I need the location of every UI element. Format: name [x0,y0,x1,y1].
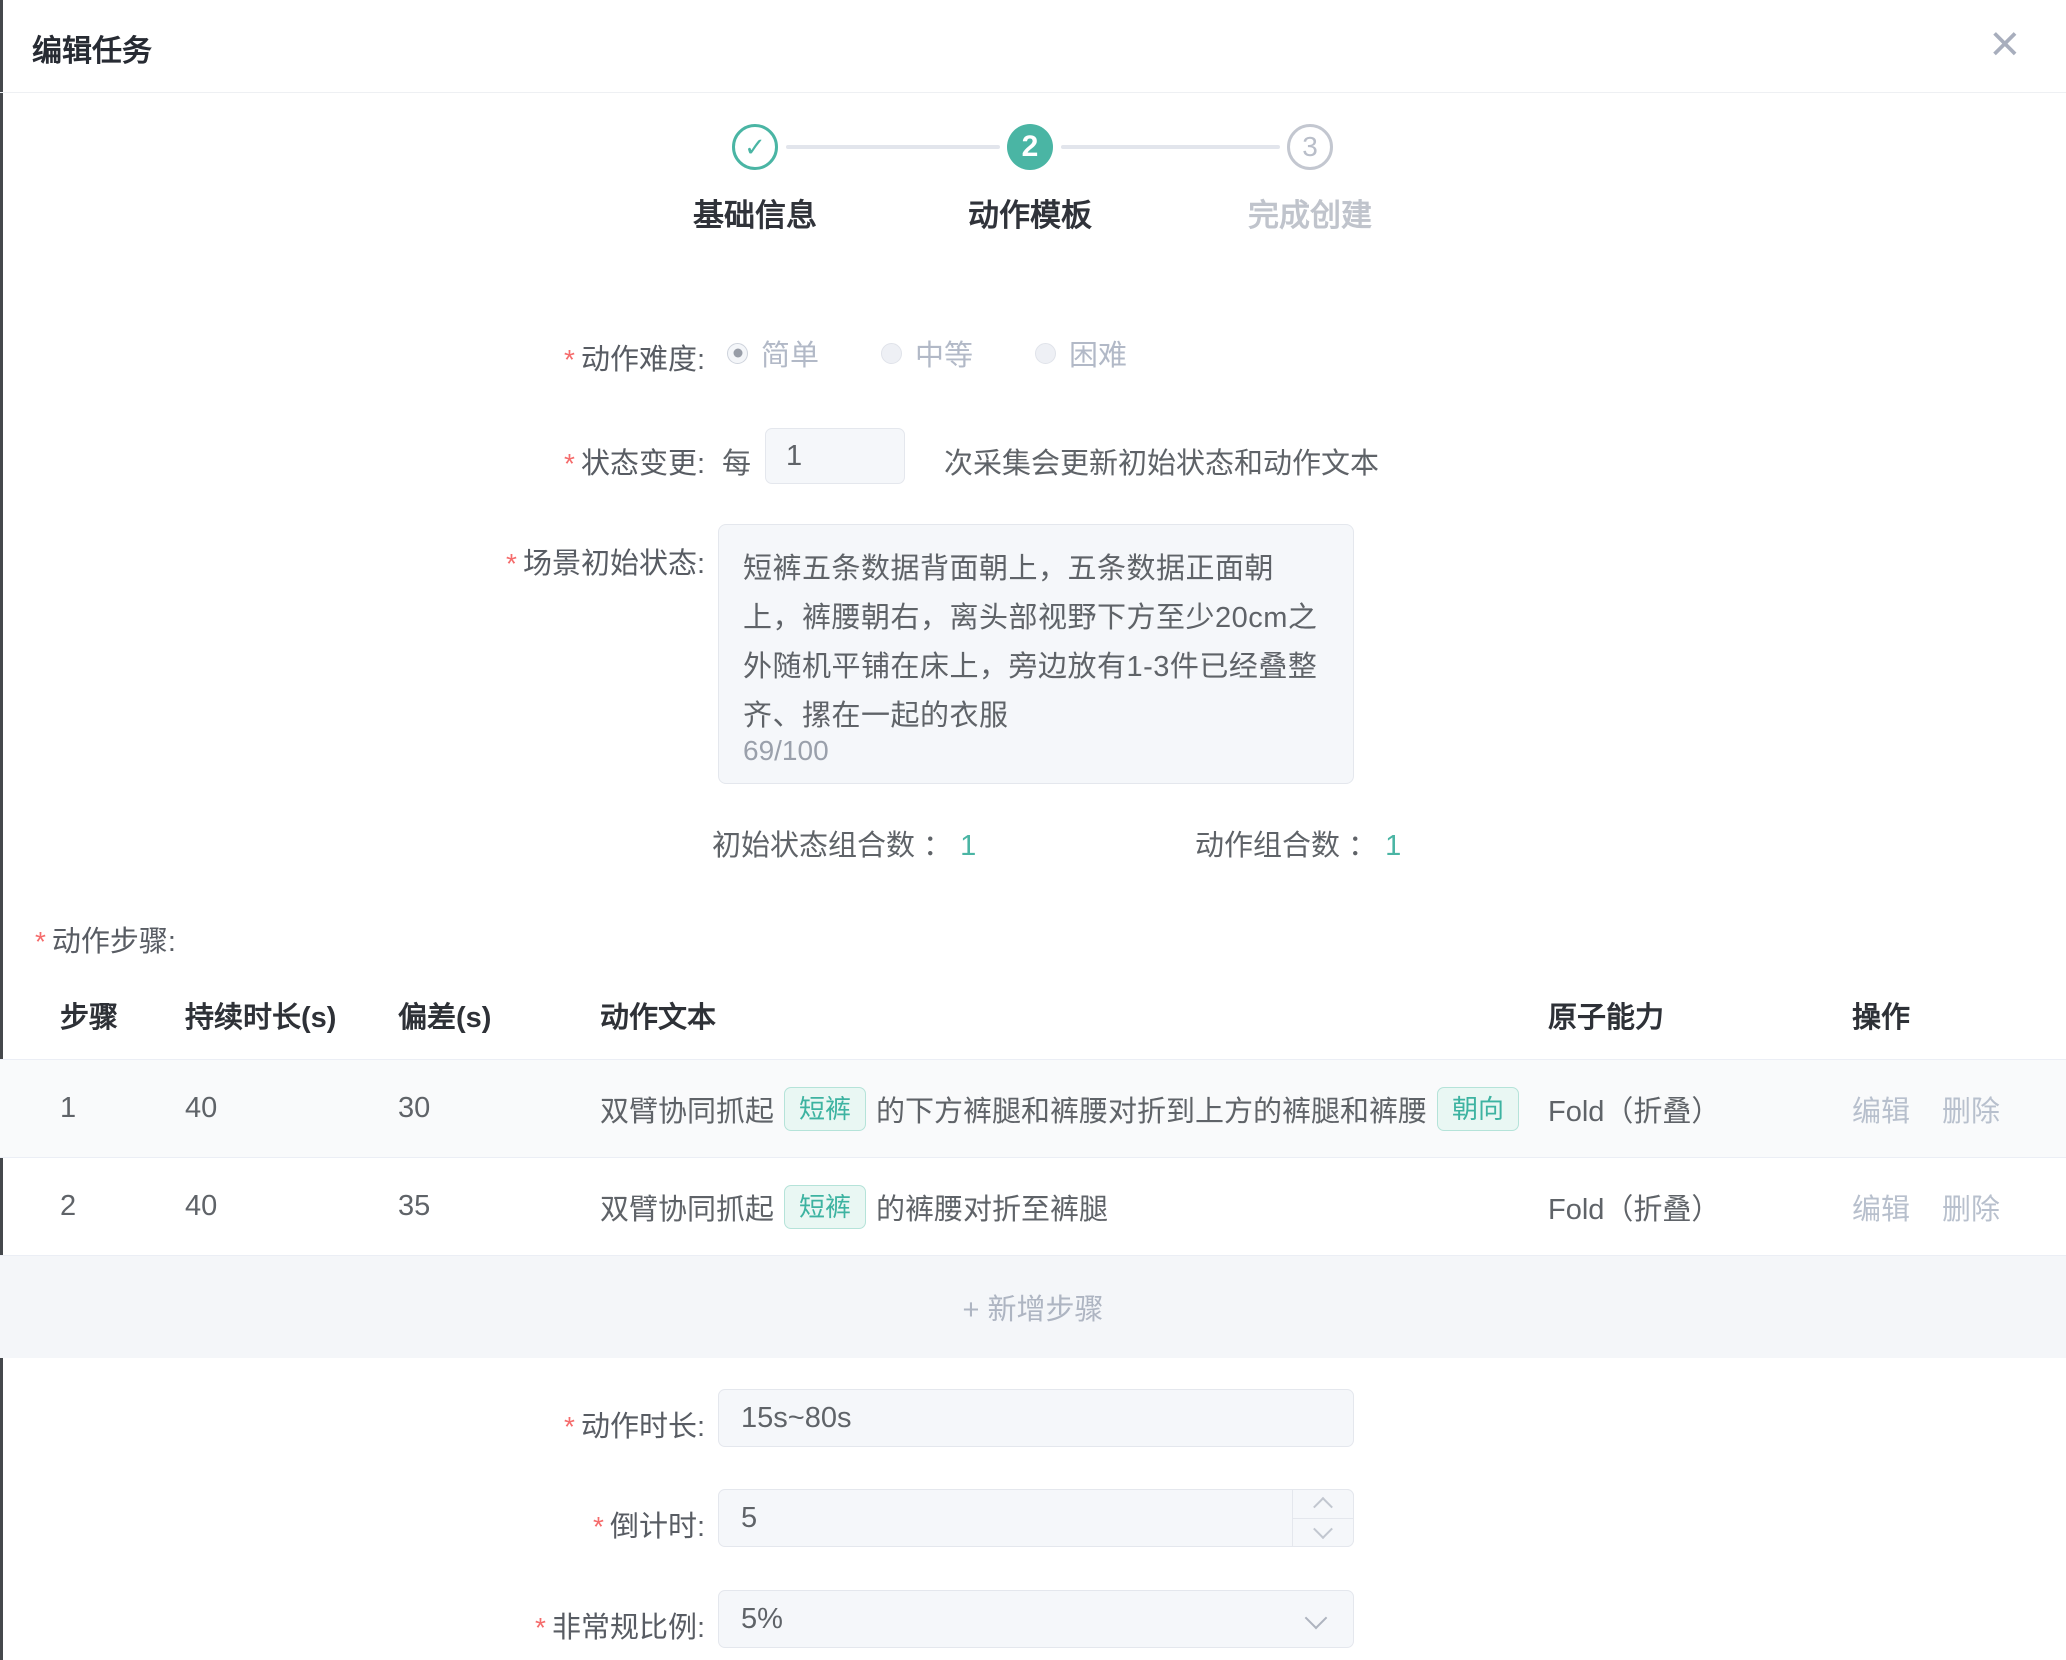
cell-step: 2 [60,1190,185,1223]
required-mark: * [35,926,46,957]
state-change-input[interactable] [765,428,905,484]
spinner-down-button[interactable] [1293,1518,1354,1548]
entity-tag: 短裤 [784,1185,866,1229]
cell-ability: Fold（折叠） [1548,1186,1852,1228]
step-label: 基础信息 [655,190,855,235]
required-mark: * [535,1612,546,1643]
required-mark: * [564,1411,575,1442]
chevron-up-icon [1313,1497,1333,1517]
combination-counts-row: 初始状态组合数 ：1 动作组合数 ：1 [0,822,2066,862]
cell-duration: 40 [185,1190,398,1223]
radio-hard[interactable]: 困难 [1035,332,1127,374]
table-header-row: 步骤 持续时长(s) 偏差(s) 动作文本 原子能力 操作 [0,970,2066,1060]
table-row: 1 40 30 双臂协同抓起短裤的下方裤腿和裤腰对折到上方的裤腿和裤腰朝向 Fo… [0,1060,2066,1158]
step-label: 动作模板 [930,190,1130,235]
difficulty-radio-group: 简单 中等 困难 [727,330,1189,376]
add-step-button[interactable]: + 新增步骤 [0,1256,2066,1358]
difficulty-label: *动作难度: [0,336,705,378]
unusual-ratio-label: *非常规比例: [0,1604,705,1646]
radio-selected-icon [727,343,748,364]
required-mark: * [564,344,575,375]
step-symbol: 2 [1022,130,1039,164]
state-change-suffix: 次采集会更新初始状态和动作文本 [944,440,1379,482]
step-number-icon: 2 [1007,124,1053,170]
difficulty-row: *动作难度: 简单 中等 困难 [0,330,2066,376]
step-symbol: 3 [1302,131,1318,163]
state-change-prefix: 每 [722,440,751,482]
cell-action-text: 双臂协同抓起短裤的裤腰对折至裤腿 [600,1185,1548,1229]
unusual-ratio-select[interactable] [718,1590,1354,1648]
step-finish-create: 3 完成创建 [1210,124,1410,235]
cell-action-text: 双臂协同抓起短裤的下方裤腿和裤腰对折到上方的裤腿和裤腰朝向 [600,1087,1548,1131]
scene-state-text: 短裤五条数据背面朝上，五条数据正面朝上，裤腰朝右，离头部视野下方至少20cm之外… [743,545,1329,741]
radio-label: 中等 [915,332,973,374]
step-symbol: ✓ [744,132,766,163]
col-header-step: 步骤 [60,994,185,1036]
cell-ability: Fold（折叠） [1548,1088,1852,1130]
action-combos-value: 1 [1385,830,1401,862]
col-header-operations: 操作 [1852,994,2066,1036]
radio-easy[interactable]: 简单 [727,332,819,374]
action-text-segment: 的下方裤腿和裤腰对折到上方的裤腿和裤腰 [876,1088,1427,1130]
radio-medium[interactable]: 中等 [881,332,973,374]
step-number-icon: 3 [1287,124,1333,170]
state-change-row: *状态变更: 每 次采集会更新初始状态和动作文本 [0,428,2066,484]
action-text-segment: 双臂协同抓起 [600,1186,774,1228]
cell-operations: 编辑 删除 [1852,1186,2066,1228]
add-step-label: + 新增步骤 [963,1286,1104,1328]
col-header-duration: 持续时长(s) [185,994,398,1036]
countdown-input[interactable] [718,1489,1354,1547]
step-label: 完成创建 [1210,190,1410,235]
action-duration-input[interactable] [718,1389,1354,1447]
delete-link[interactable]: 删除 [1942,1088,2000,1130]
cell-duration: 40 [185,1092,398,1125]
col-header-ability: 原子能力 [1548,994,1852,1036]
table-body: 1 40 30 双臂协同抓起短裤的下方裤腿和裤腰对折到上方的裤腿和裤腰朝向 Fo… [0,1060,2066,1256]
step-basic-info: ✓ 基础信息 [655,124,855,235]
state-change-label: *状态变更: [0,440,705,482]
step-action-template: 2 动作模板 [930,124,1130,235]
scene-state-label: *场景初始状态: [0,540,705,582]
radio-icon [1035,343,1056,364]
entity-tag: 短裤 [784,1087,866,1131]
cell-deviation: 35 [398,1190,600,1223]
edit-link[interactable]: 编辑 [1852,1186,1910,1228]
action-steps-table: 步骤 持续时长(s) 偏差(s) 动作文本 原子能力 操作 1 40 30 双臂… [0,970,2066,1358]
action-text-segment: 双臂协同抓起 [600,1088,774,1130]
col-header-deviation: 偏差(s) [398,994,600,1036]
cell-operations: 编辑 删除 [1852,1088,2066,1130]
entity-tag: 朝向 [1437,1087,1519,1131]
required-mark: * [564,448,575,479]
countdown-spinner [1292,1489,1354,1547]
required-mark: * [593,1511,604,1542]
delete-link[interactable]: 删除 [1942,1186,2000,1228]
check-circle-icon: ✓ [732,124,778,170]
radio-label: 困难 [1069,332,1127,374]
edit-task-dialog: 编辑任务 × ✓ 基础信息 2 动作模板 3 完成创建 *动作难度: 简单 [0,0,2066,1660]
radio-icon [881,343,902,364]
action-duration-label: *动作时长: [0,1403,705,1445]
edit-link[interactable]: 编辑 [1852,1088,1910,1130]
action-steps-label: *动作步骤: [35,918,176,960]
spinner-up-button[interactable] [1293,1489,1354,1518]
radio-label: 简单 [761,332,819,374]
char-counter: 69/100 [743,735,829,767]
chevron-down-icon [1313,1520,1333,1540]
cell-deviation: 30 [398,1092,600,1125]
countdown-label: *倒计时: [0,1503,705,1545]
initial-state-combos: 初始状态组合数 ：1 [712,822,976,864]
required-mark: * [506,548,517,579]
initial-combos-value: 1 [960,830,976,862]
action-text-segment: 的裤腰对折至裤腿 [876,1186,1108,1228]
action-combos: 动作组合数 ：1 [1195,822,1401,864]
col-header-action-text: 动作文本 [600,994,1548,1036]
stepper: ✓ 基础信息 2 动作模板 3 完成创建 [0,0,2066,240]
scene-state-textarea[interactable]: 短裤五条数据背面朝上，五条数据正面朝上，裤腰朝右，离头部视野下方至少20cm之外… [718,524,1354,784]
table-row: 2 40 35 双臂协同抓起短裤的裤腰对折至裤腿 Fold（折叠） 编辑 删除 [0,1158,2066,1256]
cell-step: 1 [60,1092,185,1125]
